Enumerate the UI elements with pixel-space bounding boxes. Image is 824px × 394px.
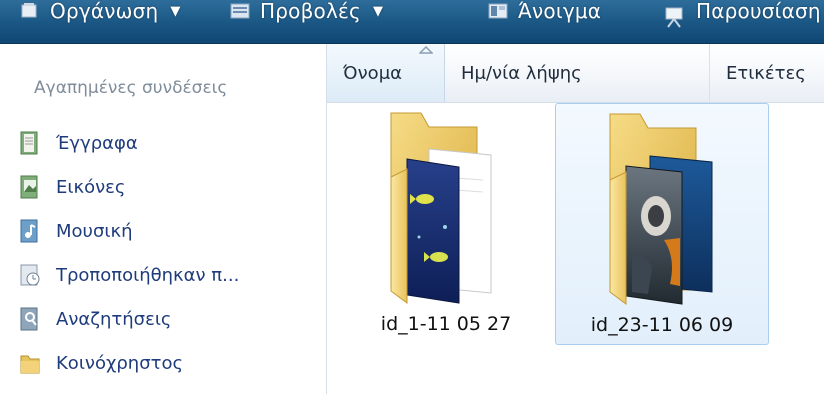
column-header-tags[interactable]: Ετικέτες: [710, 44, 824, 102]
open-icon: [488, 3, 508, 19]
favorite-link-documents[interactable]: Έγγραφα: [18, 128, 138, 158]
favorite-link-label: Εικόνες: [56, 176, 126, 198]
column-header-label: Όνομα: [343, 62, 403, 84]
column-header-label: Ετικέτες: [726, 62, 806, 84]
open-button[interactable]: Άνοιγμα: [488, 0, 601, 30]
folder-fish-preview-icon: [390, 112, 492, 304]
folder-item-selected[interactable]: id_23-11 06 09: [555, 103, 769, 345]
recently-changed-icon: [20, 264, 40, 286]
favorite-link-label: Μουσική: [56, 220, 133, 242]
views-button[interactable]: Προβολές ▼: [230, 0, 383, 30]
column-header-bar: Όνομα Ημ/νία λήψης Ετικέτες: [327, 44, 824, 103]
organize-button[interactable]: Οργάνωση ▼: [20, 0, 181, 30]
chevron-down-icon: ▼: [170, 3, 181, 19]
favorite-link-label: Έγγραφα: [56, 132, 138, 154]
music-icon: [20, 219, 38, 243]
favorite-link-recently-changed[interactable]: Τροποποιήθηκαν π...: [18, 260, 239, 290]
folder-name: id_23-11 06 09: [590, 314, 734, 336]
open-label: Άνοιγμα: [518, 0, 602, 23]
sort-ascending-icon: [419, 46, 433, 54]
pictures-icon: [20, 175, 38, 199]
organize-label: Οργάνωση: [50, 0, 159, 23]
favorite-link-label: Κοινόχρηστος: [56, 352, 184, 374]
organize-icon: [21, 3, 37, 18]
favorite-link-label: Τροποποιήθηκαν π...: [56, 264, 240, 286]
favorite-link-label: Αναζητήσεις: [56, 308, 172, 330]
folder-photo-preview-icon: [609, 113, 713, 305]
favorite-link-music[interactable]: Μουσική: [18, 216, 132, 246]
documents-icon: [20, 131, 38, 155]
searches-icon: [20, 307, 38, 331]
column-header-label: Ημ/νία λήψης: [461, 62, 582, 84]
favorite-link-pictures[interactable]: Εικόνες: [18, 172, 125, 202]
favorite-link-public[interactable]: Κοινόχρηστος: [18, 348, 183, 378]
slideshow-button[interactable]: Παρουσίαση: [664, 0, 821, 30]
column-header-date-taken[interactable]: Ημ/νία λήψης: [445, 44, 710, 102]
views-icon: [230, 3, 250, 19]
navigation-pane: Αγαπημένες συνδέσεις Έγγραφα Εικόνες Μου…: [0, 44, 327, 394]
public-folder-icon: [20, 355, 40, 374]
folder-item[interactable]: id_1-11 05 27: [339, 103, 553, 345]
views-label: Προβολές: [260, 0, 361, 23]
command-bar: Οργάνωση ▼ Προβολές ▼ Άνοιγμα Παρουσίαση: [0, 0, 824, 44]
slideshow-icon: [665, 7, 683, 28]
chevron-down-icon: ▼: [372, 3, 384, 19]
favorite-links-title: Αγαπημένες συνδέσεις: [34, 78, 228, 98]
file-list: id_1-11 05 27 id_23-11 06 09: [327, 103, 824, 394]
folder-name: id_1-11 05 27: [380, 313, 512, 335]
favorite-link-searches[interactable]: Αναζητήσεις: [18, 304, 171, 334]
column-header-name[interactable]: Όνομα: [327, 44, 445, 102]
slideshow-label: Παρουσίαση: [696, 0, 821, 23]
